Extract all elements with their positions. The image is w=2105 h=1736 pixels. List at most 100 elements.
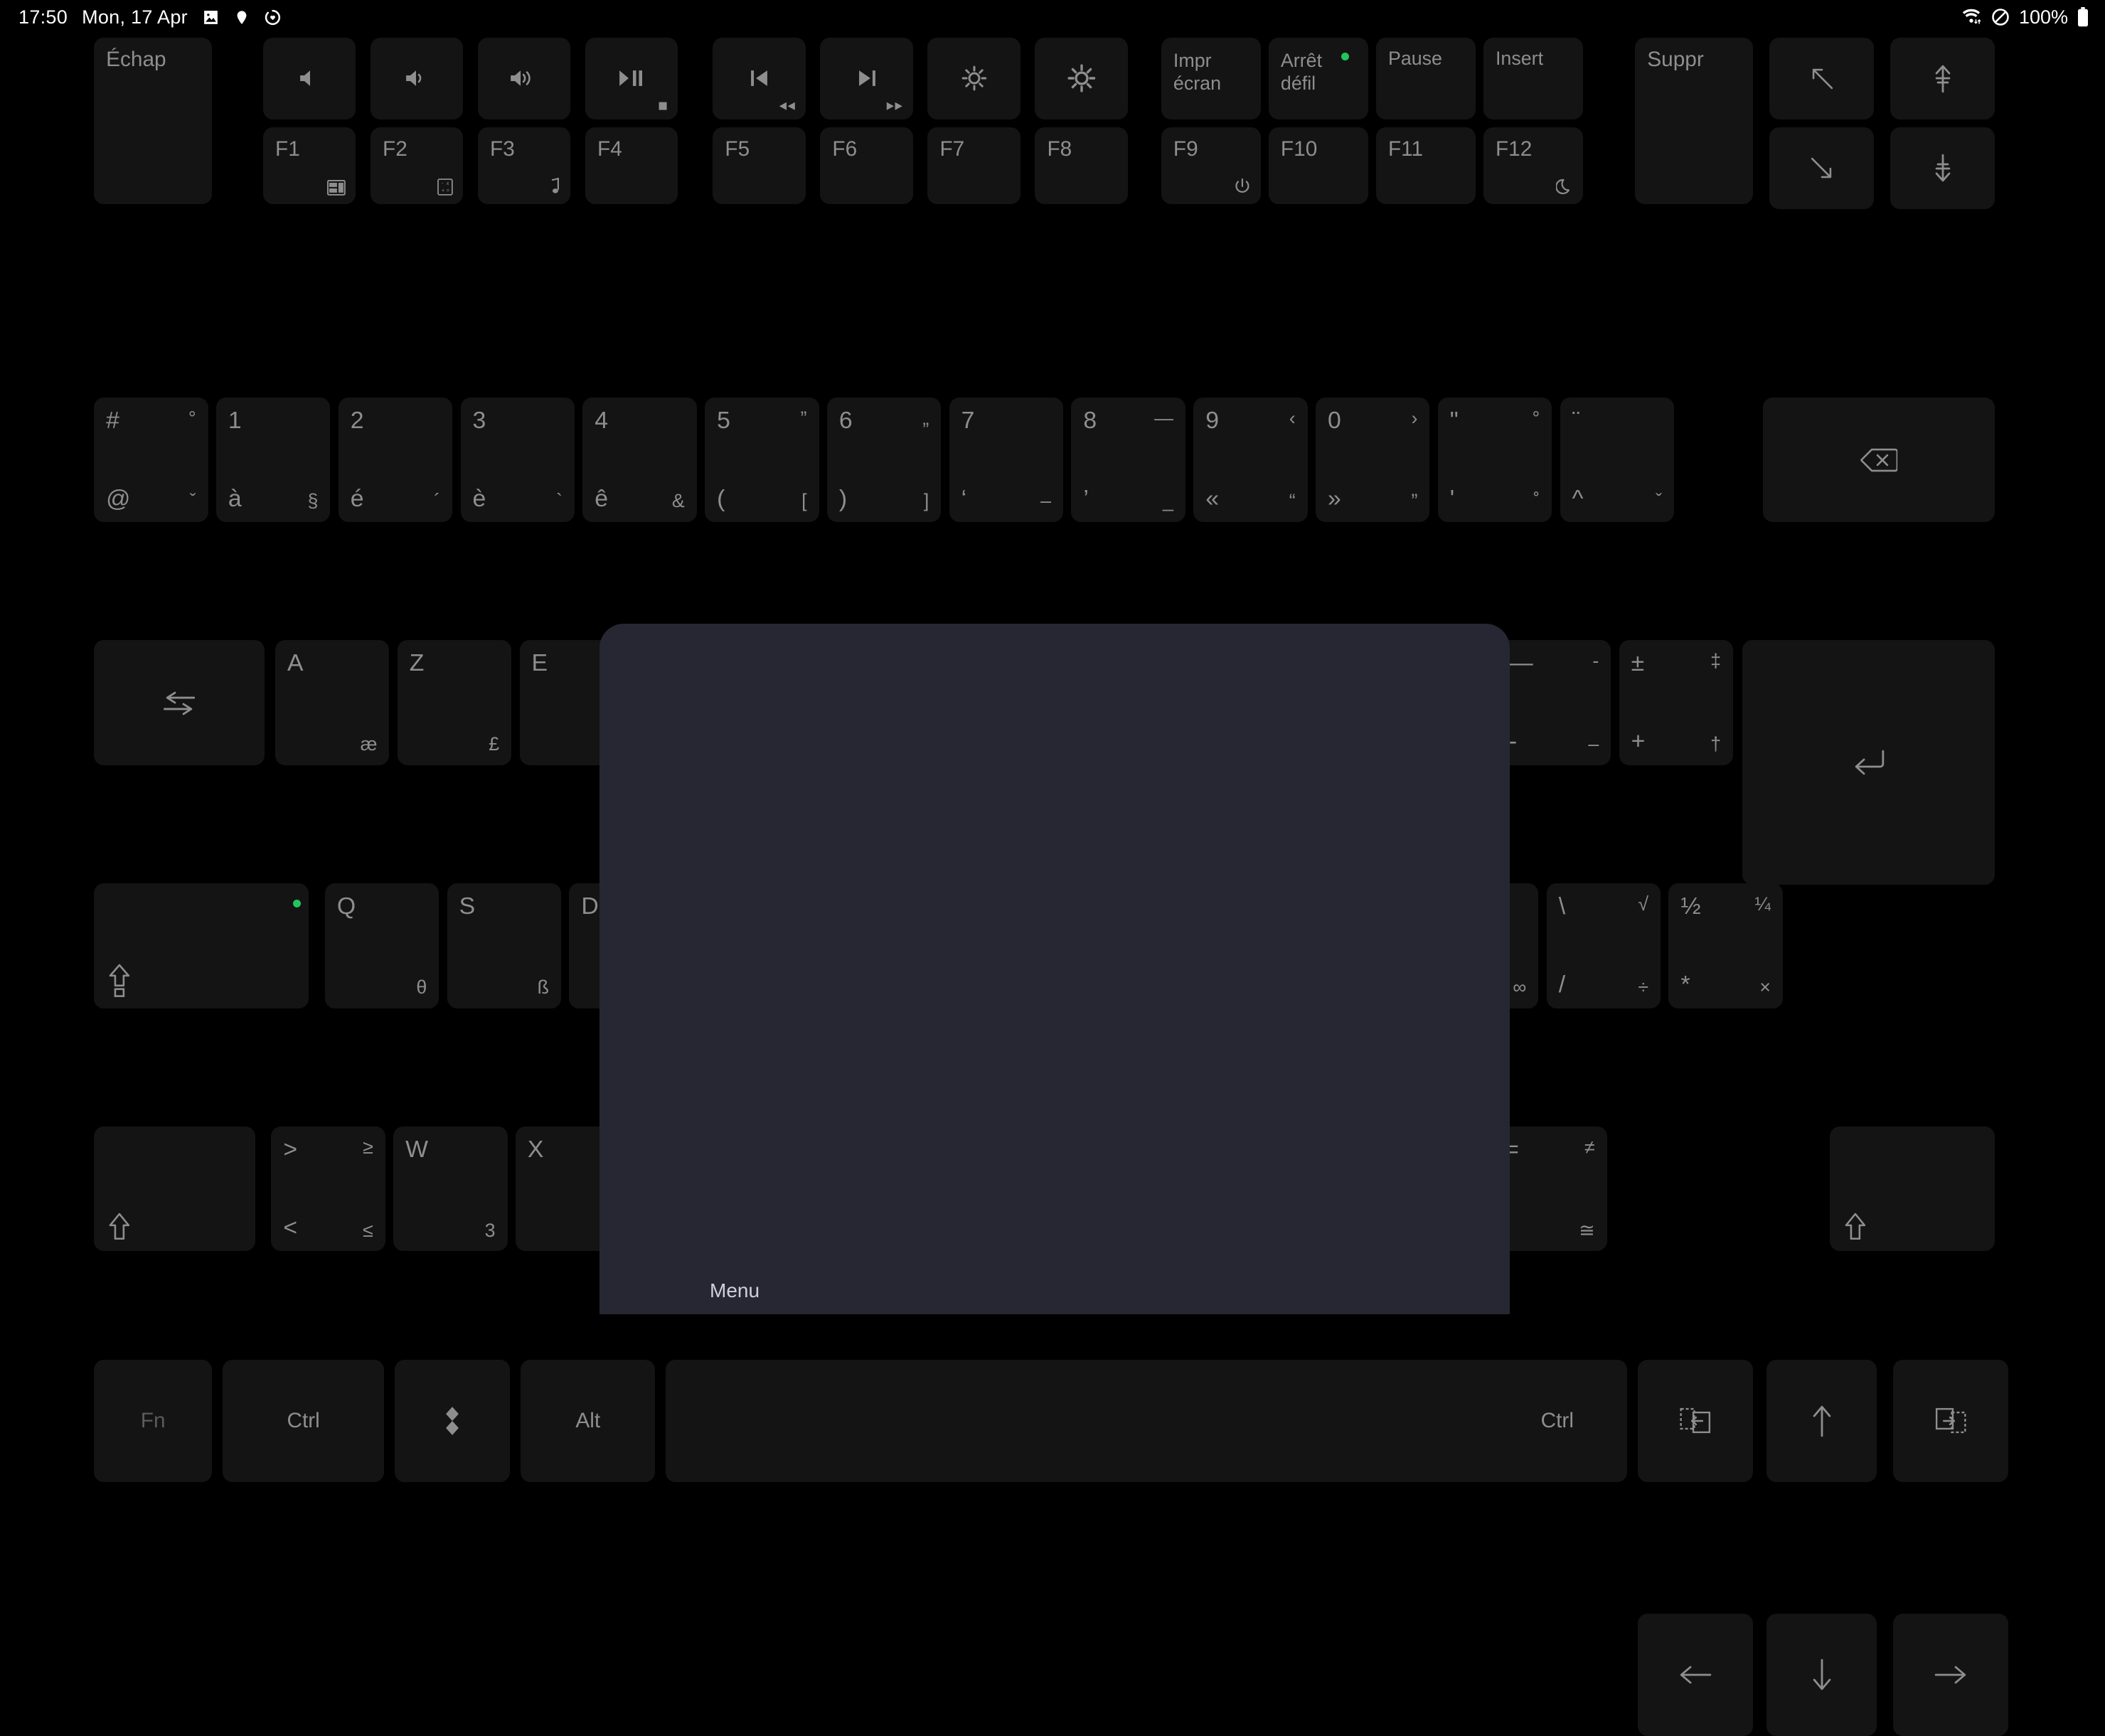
f4-key[interactable]: F4 [585, 127, 678, 204]
left-alt-key[interactable]: Alt [521, 1360, 655, 1482]
window-layout-icon [327, 180, 346, 196]
f5-key[interactable]: F5 [713, 127, 805, 204]
fn-key[interactable]: Fn [94, 1360, 212, 1482]
digit-4-key-label: ê [595, 487, 608, 511]
semicolon-key[interactable]: =;≠≅ [1493, 1127, 1606, 1252]
meta-key[interactable] [395, 1360, 510, 1482]
home-key[interactable] [1769, 38, 1874, 119]
f12-key[interactable]: F12 [1483, 127, 1583, 204]
volume-mute-key[interactable] [263, 38, 356, 119]
circumflex-key-label: ^ [1572, 487, 1584, 511]
a-key[interactable]: Aæ [275, 640, 389, 765]
f6-key[interactable]: F6 [820, 127, 912, 204]
right-shift-key[interactable] [1830, 1127, 1995, 1252]
arrow-right-key[interactable] [1893, 1614, 2008, 1736]
digit-4-key[interactable]: 4ê& [582, 398, 696, 523]
arrow-up-key[interactable] [1766, 1360, 1877, 1482]
tab-key[interactable] [94, 640, 265, 765]
escape-key-label: Échap [106, 49, 166, 70]
f3-key[interactable]: F3 [478, 127, 570, 204]
digit-0-key[interactable]: 0»›” [1316, 398, 1429, 523]
dash-key-label: — [1509, 651, 1533, 676]
play-pause-key[interactable] [585, 38, 678, 119]
page-down-key[interactable] [1890, 127, 1995, 209]
digit-3-key-label: 3 [473, 409, 486, 433]
previous-track-icon [749, 69, 770, 89]
semicolon-key-label: ≠ [1584, 1138, 1595, 1157]
backspace-key[interactable] [1763, 398, 1995, 523]
digit-0-key-label: 0 [1328, 409, 1341, 433]
volume-up-key[interactable] [478, 38, 570, 119]
svg-text:+: + [442, 188, 444, 193]
plusminus-key[interactable]: ±+‡† [1619, 640, 1733, 765]
caps-lock-key[interactable] [94, 883, 309, 1008]
brightness-down-key[interactable] [927, 38, 1020, 119]
quote-key-label: ° [1533, 409, 1540, 428]
escape-key[interactable]: Échap [94, 38, 212, 204]
next-window-key[interactable] [1893, 1360, 2008, 1482]
insert-key[interactable]: Insert [1483, 38, 1583, 119]
pause-key[interactable]: Pause [1376, 38, 1476, 119]
arrow-down-key[interactable] [1766, 1614, 1877, 1736]
plusminus-key-label: + [1631, 730, 1646, 754]
prev-window-key[interactable] [1638, 1360, 1753, 1482]
left-shift-key[interactable] [94, 1127, 255, 1252]
volume-down-key[interactable] [371, 38, 463, 119]
brightness-up-key[interactable] [1035, 38, 1127, 119]
f1-key[interactable]: F1 [263, 127, 356, 204]
left-ctrl-key[interactable]: Ctrl [223, 1360, 384, 1482]
svg-text:=: = [447, 188, 449, 193]
digit-3-key-label: è [473, 487, 486, 511]
plusminus-key-label: ‡ [1710, 651, 1721, 671]
scroll-lock-key[interactable]: Arrêt défil [1269, 38, 1368, 119]
right-ctrl-key[interactable]: Ctrl [1488, 1360, 1627, 1482]
page-up-key[interactable] [1890, 38, 1995, 119]
w-key-label: 3 [485, 1221, 496, 1240]
f8-key[interactable]: F8 [1035, 127, 1127, 204]
digit-1-key-label: à [228, 487, 242, 511]
digit-1-key[interactable]: 1à§ [216, 398, 330, 523]
print-screen-key[interactable]: Impr écran [1161, 38, 1261, 119]
scroll-lock-key-label: Arrêt défil [1281, 49, 1322, 95]
e-key-label: E [532, 651, 548, 676]
end-key[interactable] [1769, 127, 1874, 209]
digit-7-key[interactable]: 7‘– [949, 398, 1063, 523]
space-key[interactable] [666, 1360, 1514, 1482]
digit-9-key-label: « [1205, 487, 1219, 511]
z-key[interactable]: Z£ [398, 640, 511, 765]
digit-6-key-label: ) [839, 487, 847, 511]
backslash-key[interactable]: \/√÷ [1547, 883, 1661, 1008]
less-greater-key[interactable]: ><≥≤ [271, 1127, 385, 1252]
f11-key[interactable]: F11 [1376, 127, 1476, 204]
circumflex-key[interactable]: ¨^ˇ [1560, 398, 1674, 523]
q-key[interactable]: Qθ [325, 883, 439, 1008]
next-track-key[interactable] [820, 38, 912, 119]
f7-key[interactable]: F7 [927, 127, 1020, 204]
s-key[interactable]: Sß [447, 883, 561, 1008]
previous-track-key[interactable] [713, 38, 805, 119]
f9-key[interactable]: F9 [1161, 127, 1261, 204]
scroll-lock-key-led-indicator [1341, 53, 1349, 60]
half-key[interactable]: ½*¼× [1668, 883, 1782, 1008]
f2-key[interactable]: F2-x+= [371, 127, 463, 204]
w-key[interactable]: W3 [393, 1127, 507, 1252]
enter-key[interactable] [1742, 640, 1995, 885]
digit-6-key[interactable]: 6)„] [827, 398, 941, 523]
section-key[interactable]: #@°ˇ [94, 398, 208, 523]
menu-dialog[interactable]: Menu KeyboardChange keyboard settings an… [599, 624, 1510, 1314]
f10-key[interactable]: F10 [1269, 127, 1368, 204]
digit-1-key-label: § [307, 491, 318, 511]
arrow-left-key[interactable] [1638, 1614, 1753, 1736]
digit-5-key[interactable]: 5(”[ [705, 398, 819, 523]
digit-3-key[interactable]: 3è` [461, 398, 575, 523]
s-key-label: S [459, 895, 476, 919]
digit-8-key[interactable]: 8’—_ [1071, 398, 1185, 523]
digit-2-key[interactable]: 2é´ [339, 398, 452, 523]
quote-key[interactable]: "'°˚ [1438, 398, 1552, 523]
dash-key[interactable]: —--– [1497, 640, 1611, 765]
digit-9-key[interactable]: 9«‹“ [1193, 398, 1307, 523]
volume-down-icon [403, 67, 430, 91]
enter-icon [1852, 748, 1886, 777]
music-note-icon [548, 177, 560, 196]
delete-key[interactable]: Suppr [1635, 38, 1753, 204]
